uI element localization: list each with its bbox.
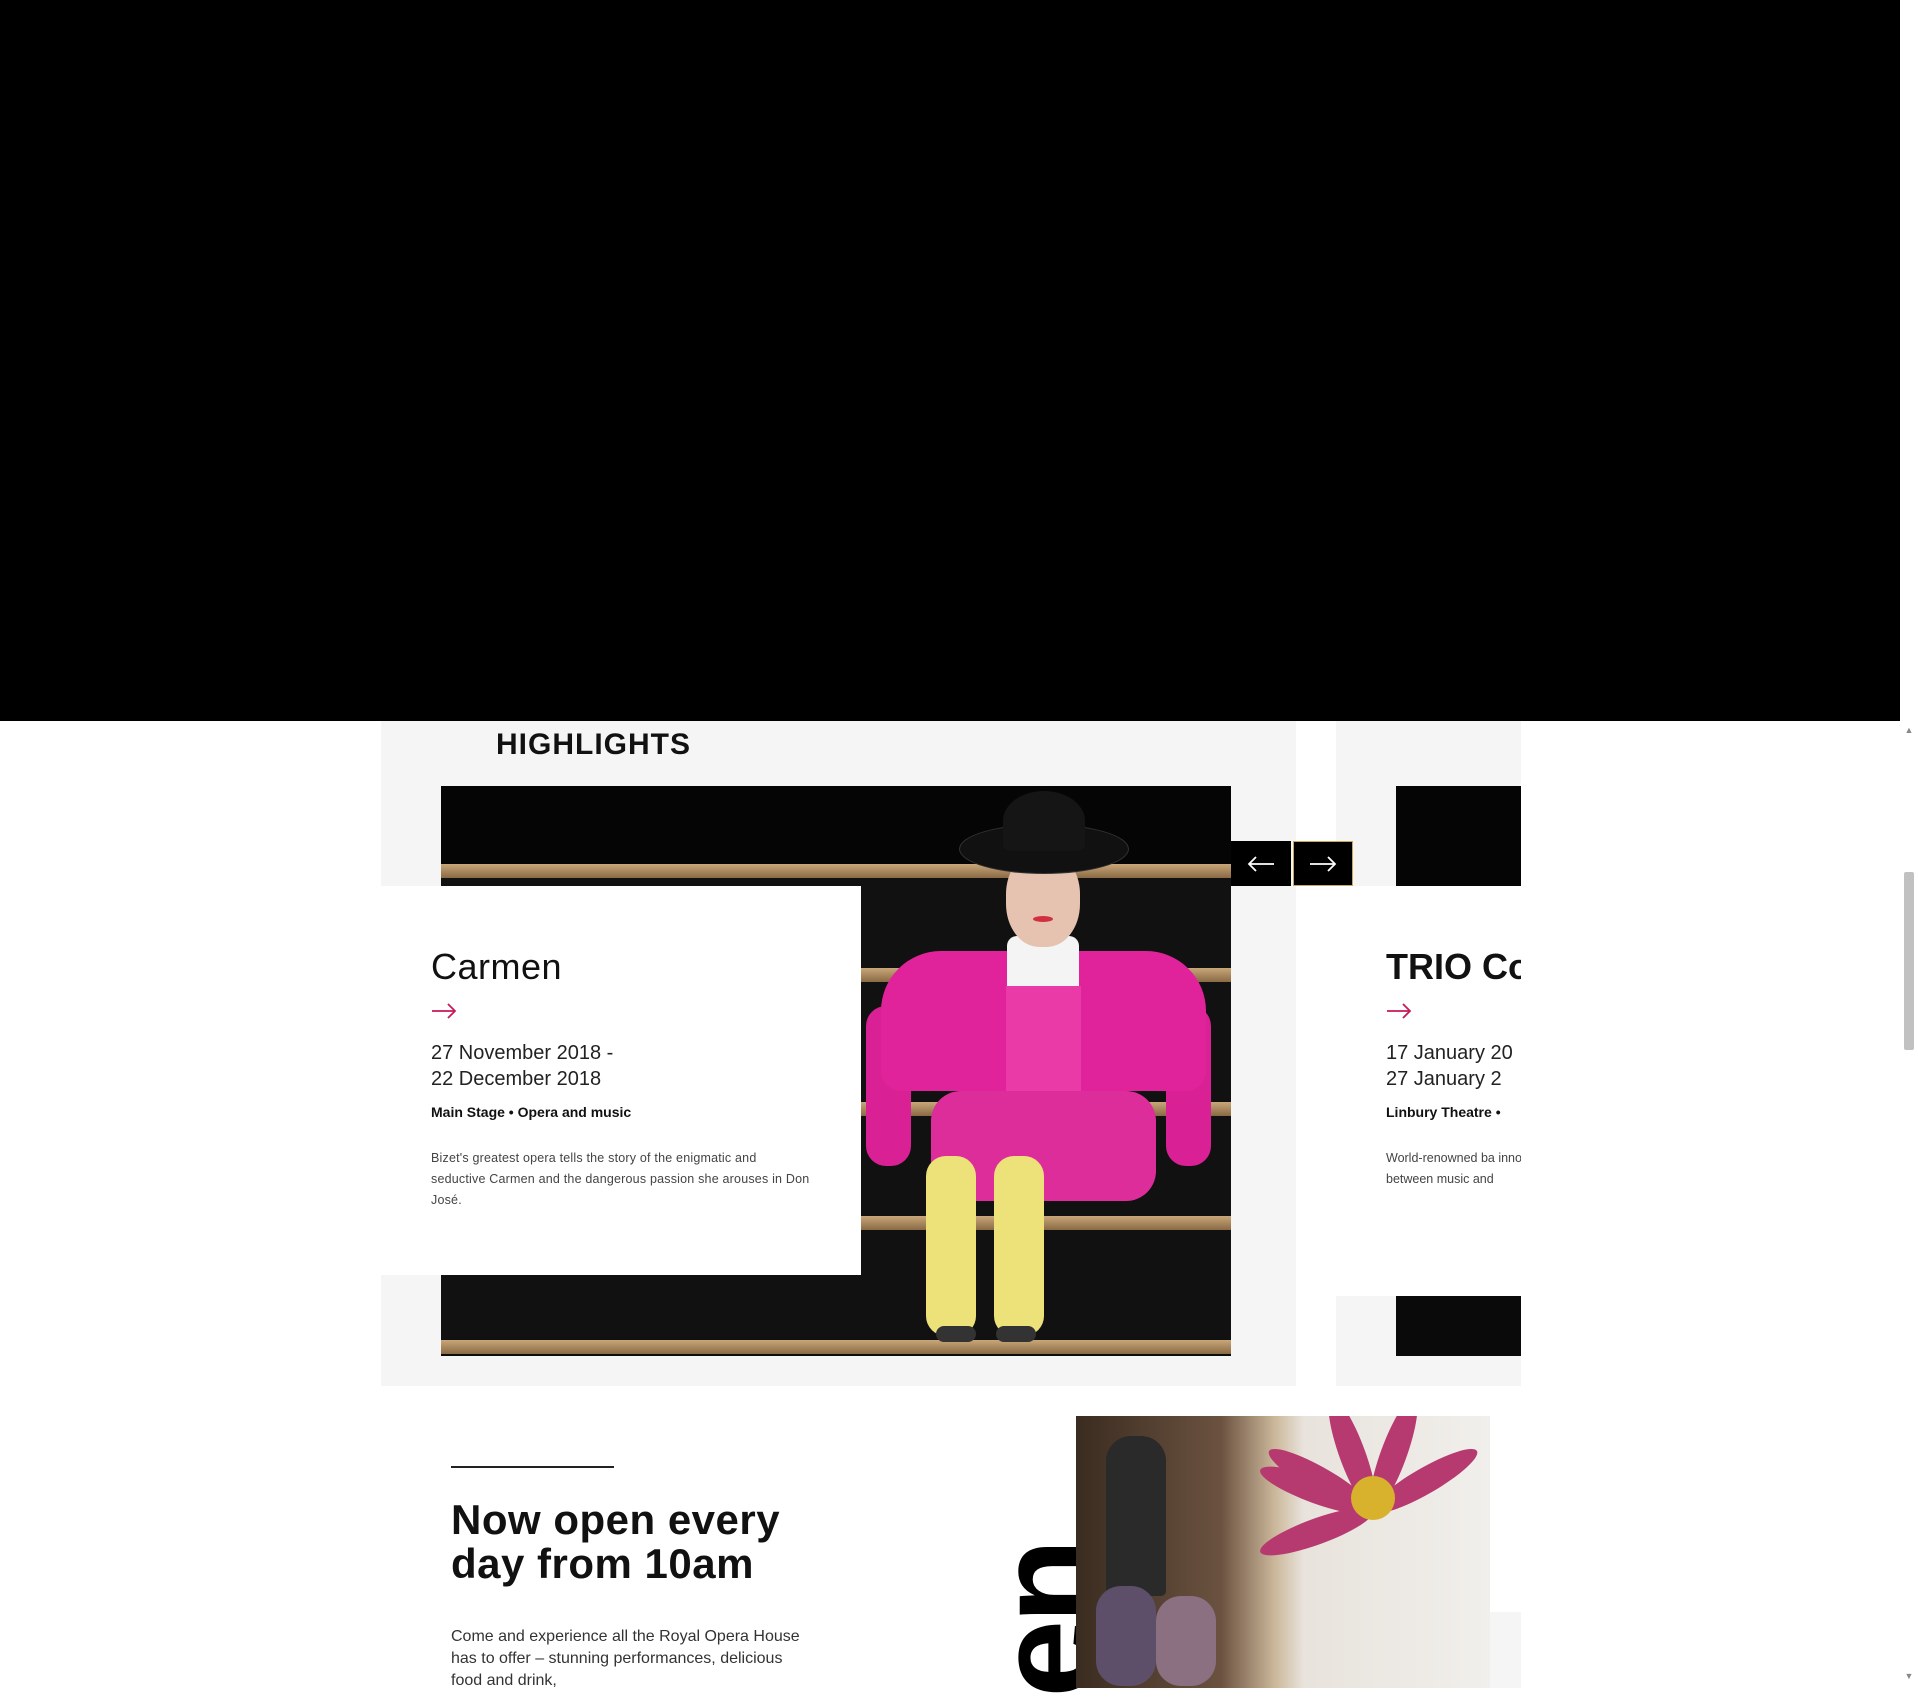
open-hours-title: Now open every day from 10am — [451, 1496, 781, 1587]
figure-leg — [994, 1156, 1044, 1336]
photo-person — [1156, 1596, 1216, 1686]
event-description: World-renowned ba innovative programi pi… — [1386, 1151, 1521, 1186]
event-venue: Main Stage — [431, 1104, 505, 1120]
event-venue: Linbury Theatre — [1386, 1104, 1492, 1120]
figure-lips — [1033, 916, 1053, 922]
stair-step — [441, 1340, 1231, 1354]
scrollbar-thumb[interactable] — [1904, 872, 1914, 1050]
event-dates: 27 November 2018 - 22 December 2018 — [431, 1040, 613, 1092]
arrow-right-icon[interactable] — [1386, 1002, 1412, 1020]
carousel-next-button[interactable] — [1293, 841, 1353, 886]
foyer-photo — [1076, 1416, 1490, 1688]
scrollbar-track[interactable] — [1900, 721, 1918, 1688]
scroll-down-icon[interactable]: ▼ — [1903, 1670, 1915, 1682]
event-date-end: 22 December 2018 — [431, 1068, 602, 1090]
highlights-heading: HIGHLIGHTS — [496, 728, 691, 761]
photo-person — [1106, 1436, 1166, 1596]
event-date-start: 17 January 20 — [1386, 1042, 1513, 1064]
photo-person — [1096, 1586, 1156, 1686]
scroll-up-icon[interactable]: ▲ — [1903, 724, 1915, 736]
side-panel-edge — [1490, 1612, 1521, 1688]
arrow-right-icon[interactable] — [431, 1002, 457, 1020]
figure-leg — [926, 1156, 976, 1336]
event-title[interactable]: TRIO Co — [1386, 946, 1521, 988]
arrow-left-icon — [1247, 855, 1274, 872]
bullet-separator: • — [508, 1104, 518, 1120]
event-dates: 17 January 20 27 January 2 — [1386, 1040, 1513, 1092]
event-date-end: 27 January 2 — [1386, 1068, 1502, 1090]
figure-hat-crown — [1003, 791, 1085, 851]
event-meta: Linbury Theatre • — [1386, 1104, 1501, 1120]
trio-image-top[interactable] — [1396, 786, 1521, 886]
flower-center — [1351, 1476, 1395, 1520]
event-description: Bizet's greatest opera tells the story o… — [431, 1151, 810, 1207]
section-divider — [451, 1466, 614, 1468]
trio-image-bottom[interactable] — [1396, 1296, 1521, 1356]
event-category: Opera and music — [517, 1104, 632, 1120]
carousel-prev-button[interactable] — [1231, 841, 1291, 886]
open-hours-body: Come and experience all the Royal Opera … — [451, 1628, 800, 1689]
event-meta: Main Stage • Opera and music — [431, 1104, 631, 1120]
bullet-separator: • — [1495, 1104, 1501, 1120]
stair-step — [441, 864, 1231, 878]
hero-video-area — [0, 0, 1900, 721]
arrow-right-icon — [1310, 855, 1337, 872]
figure-shoe — [996, 1326, 1036, 1342]
figure-shoe — [936, 1326, 976, 1342]
event-card-trio-content: TRIO Co 17 January 20 27 January 2 Linbu… — [1336, 886, 1521, 1296]
event-date-start: 27 November 2018 - — [431, 1042, 614, 1064]
event-title[interactable]: Carmen — [431, 946, 562, 988]
